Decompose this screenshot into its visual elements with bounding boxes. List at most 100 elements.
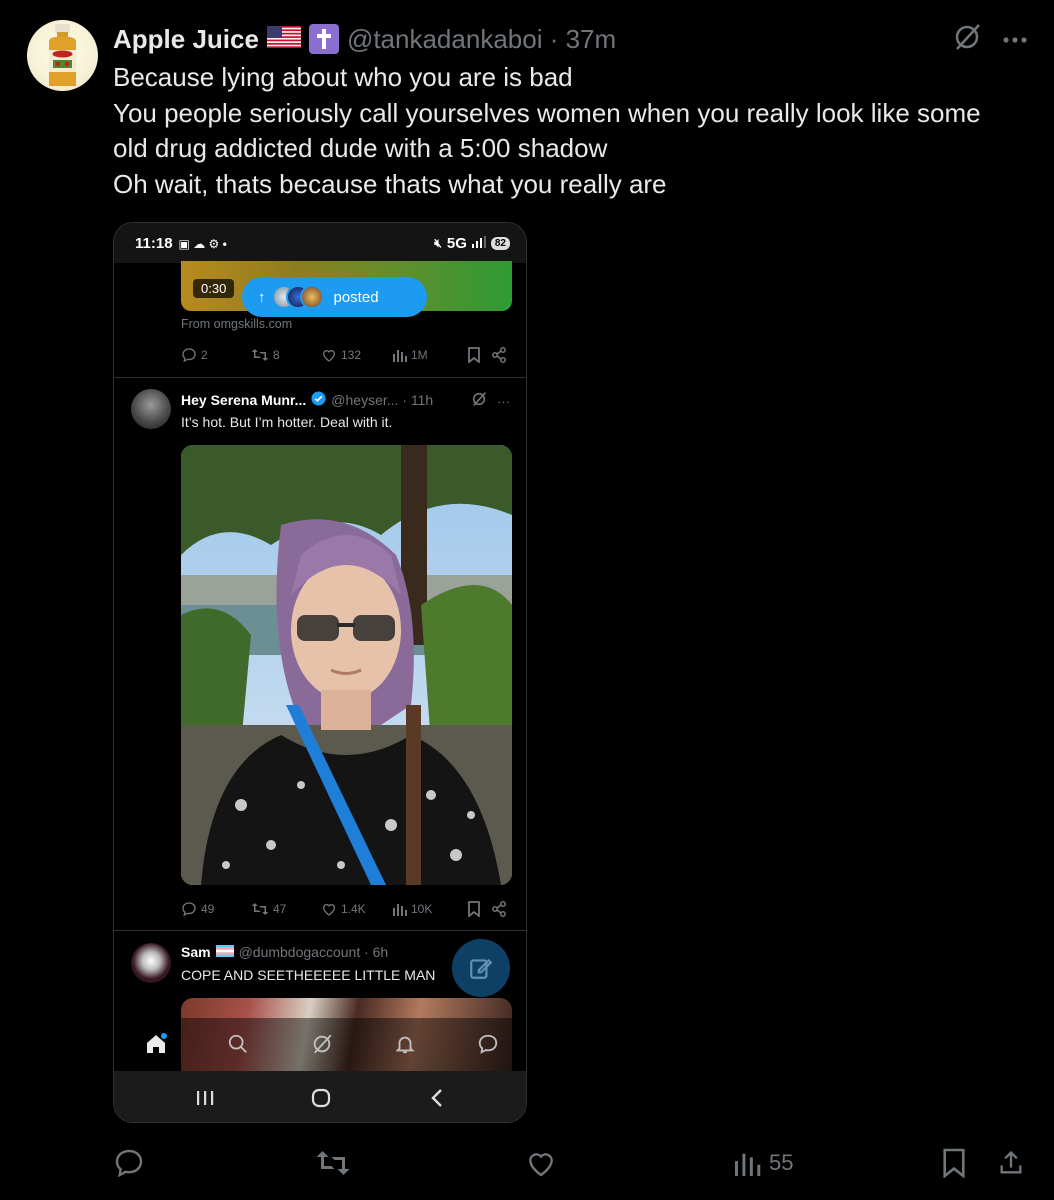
- serena-tweet-text: It’s hot. But I’m hotter. Deal with it.: [181, 414, 393, 430]
- views-button[interactable]: 10K: [393, 902, 467, 916]
- reply-icon: [115, 1149, 143, 1178]
- attached-screenshot[interactable]: 11:18 ▣ ☁ ⚙ • 🔇︎ 5G 82 0:30 ↑ posted Fro…: [113, 222, 527, 1123]
- grok-icon[interactable]: [308, 1030, 336, 1058]
- compose-icon: [470, 958, 493, 979]
- bottom-tab-bar: [114, 1018, 526, 1072]
- avatar[interactable]: [131, 943, 171, 983]
- sam-display-name[interactable]: Sam: [181, 944, 211, 960]
- sam-handle-and-time[interactable]: @dumbdogaccount · 6h: [239, 944, 389, 960]
- search-icon[interactable]: [224, 1030, 252, 1058]
- analytics-icon: [735, 1153, 761, 1176]
- bookmark-icon: [468, 347, 480, 363]
- home-button-icon[interactable]: [306, 1085, 336, 1111]
- analytics-icon: [393, 904, 407, 916]
- serena-display-name[interactable]: Hey Serena Munr...: [181, 392, 306, 408]
- reply-button[interactable]: [113, 1145, 145, 1181]
- more-options-icon[interactable]: ···: [497, 394, 510, 409]
- sam-tweet-text: COPE AND SEETHEEEEE LITTLE MAN: [181, 967, 436, 983]
- view-count: 55: [769, 1150, 794, 1175]
- reply-count: 49: [201, 902, 215, 916]
- divider: [114, 930, 526, 931]
- notifications-icon[interactable]: [391, 1030, 419, 1058]
- mute-icon: 🔇︎: [434, 236, 442, 250]
- source-line: From omgskills.com: [181, 317, 293, 331]
- tweet-body: Because lying about who you are is bad Y…: [113, 60, 1033, 202]
- cross-icon: [308, 24, 339, 54]
- author-avatar[interactable]: [27, 20, 98, 91]
- reply-icon: [182, 902, 196, 917]
- serena-tweet-actions: 49 47 1.4K 10K: [181, 901, 512, 917]
- signal-icon: [471, 235, 486, 252]
- repost-icon: [251, 903, 269, 915]
- divider: [114, 377, 526, 378]
- repost-icon: [251, 349, 269, 361]
- avatar: [299, 285, 324, 309]
- heart-icon: [322, 904, 336, 916]
- repost-button[interactable]: 8: [251, 347, 321, 363]
- verified-badge-icon: [311, 391, 326, 409]
- like-button[interactable]: 1.4K: [321, 901, 393, 917]
- reply-button[interactable]: 49: [181, 901, 251, 917]
- tweet-text-line: Oh wait, thats because thats what you re…: [113, 168, 667, 199]
- status-icons: ▣ ☁ ⚙ •: [178, 236, 227, 251]
- tweet-text-line: old drug addicted dude with a 5:00 shado…: [113, 133, 608, 163]
- tweet-actions: 2 8 132 1M: [181, 347, 512, 363]
- author-display-name[interactable]: Apple Juice: [113, 24, 259, 55]
- share-button[interactable]: [491, 901, 507, 917]
- more-options-icon[interactable]: [1002, 31, 1028, 49]
- bookmark-button[interactable]: [467, 347, 481, 363]
- bookmark-icon: [468, 901, 480, 917]
- repost-count: 47: [273, 902, 287, 916]
- phone-status-bar: 11:18 ▣ ☁ ⚙ • 🔇︎ 5G 82: [114, 223, 526, 263]
- repost-button[interactable]: 47: [251, 901, 321, 917]
- posted-label: posted: [333, 288, 379, 306]
- messages-icon[interactable]: [474, 1030, 502, 1058]
- share-button[interactable]: [491, 347, 507, 363]
- views-button[interactable]: 1M: [393, 348, 467, 362]
- tweet-text-line: Because lying about who you are is bad: [113, 62, 573, 92]
- like-count: 132: [341, 348, 362, 362]
- back-icon[interactable]: [422, 1085, 452, 1111]
- repost-icon: [316, 1151, 350, 1175]
- share-icon: [492, 347, 506, 363]
- selfie-photo[interactable]: [181, 445, 512, 885]
- like-button[interactable]: [525, 1145, 557, 1181]
- reply-count: 2: [201, 348, 208, 362]
- android-nav-bar: [114, 1071, 526, 1122]
- views-button[interactable]: 55: [735, 1145, 793, 1181]
- bookmark-icon: [943, 1148, 965, 1178]
- recent-apps-icon[interactable]: [190, 1085, 220, 1111]
- repost-button[interactable]: [315, 1145, 351, 1181]
- battery-level: 82: [490, 237, 510, 250]
- arrow-up-icon: ↑: [258, 288, 266, 306]
- tweet-text-line: You people seriously call yourselves wom…: [113, 97, 981, 128]
- avatar[interactable]: [131, 389, 171, 429]
- view-count: 1M: [411, 348, 428, 362]
- like-count: 1.4K: [341, 902, 366, 916]
- author-handle-and-time[interactable]: @tankadankaboi · 37m: [347, 24, 616, 55]
- share-icon: [1000, 1150, 1022, 1174]
- status-time: 11:18: [135, 235, 173, 252]
- compose-button[interactable]: [452, 939, 510, 997]
- sam-tweet-header: Sam @dumbdogaccount · 6h: [181, 944, 388, 960]
- network-label: 5G: [446, 235, 467, 252]
- tweet-header: Apple Juice @tankadankaboi · 37m: [113, 22, 616, 56]
- heart-icon: [529, 1153, 553, 1177]
- reply-button[interactable]: 2: [181, 347, 251, 363]
- home-icon[interactable]: [142, 1030, 170, 1058]
- share-icon: [492, 901, 506, 917]
- new-posts-pill[interactable]: ↑ posted: [242, 277, 427, 317]
- repost-count: 8: [273, 348, 280, 362]
- bookmark-button[interactable]: [941, 1145, 967, 1181]
- video-duration: 0:30: [193, 279, 235, 298]
- grok-icon[interactable]: [471, 391, 487, 412]
- bookmark-button[interactable]: [467, 901, 481, 917]
- like-button[interactable]: 132: [321, 347, 393, 363]
- grok-icon[interactable]: [952, 22, 982, 57]
- trans-flag-icon: [215, 944, 234, 960]
- serena-handle-and-time[interactable]: @heyser... · 11h: [331, 392, 433, 408]
- heart-icon: [322, 350, 336, 362]
- share-button[interactable]: [997, 1145, 1025, 1181]
- tweet-action-bar: 55: [113, 1145, 1026, 1181]
- serena-tweet-header: Hey Serena Munr... @heyser... · 11h: [181, 391, 433, 409]
